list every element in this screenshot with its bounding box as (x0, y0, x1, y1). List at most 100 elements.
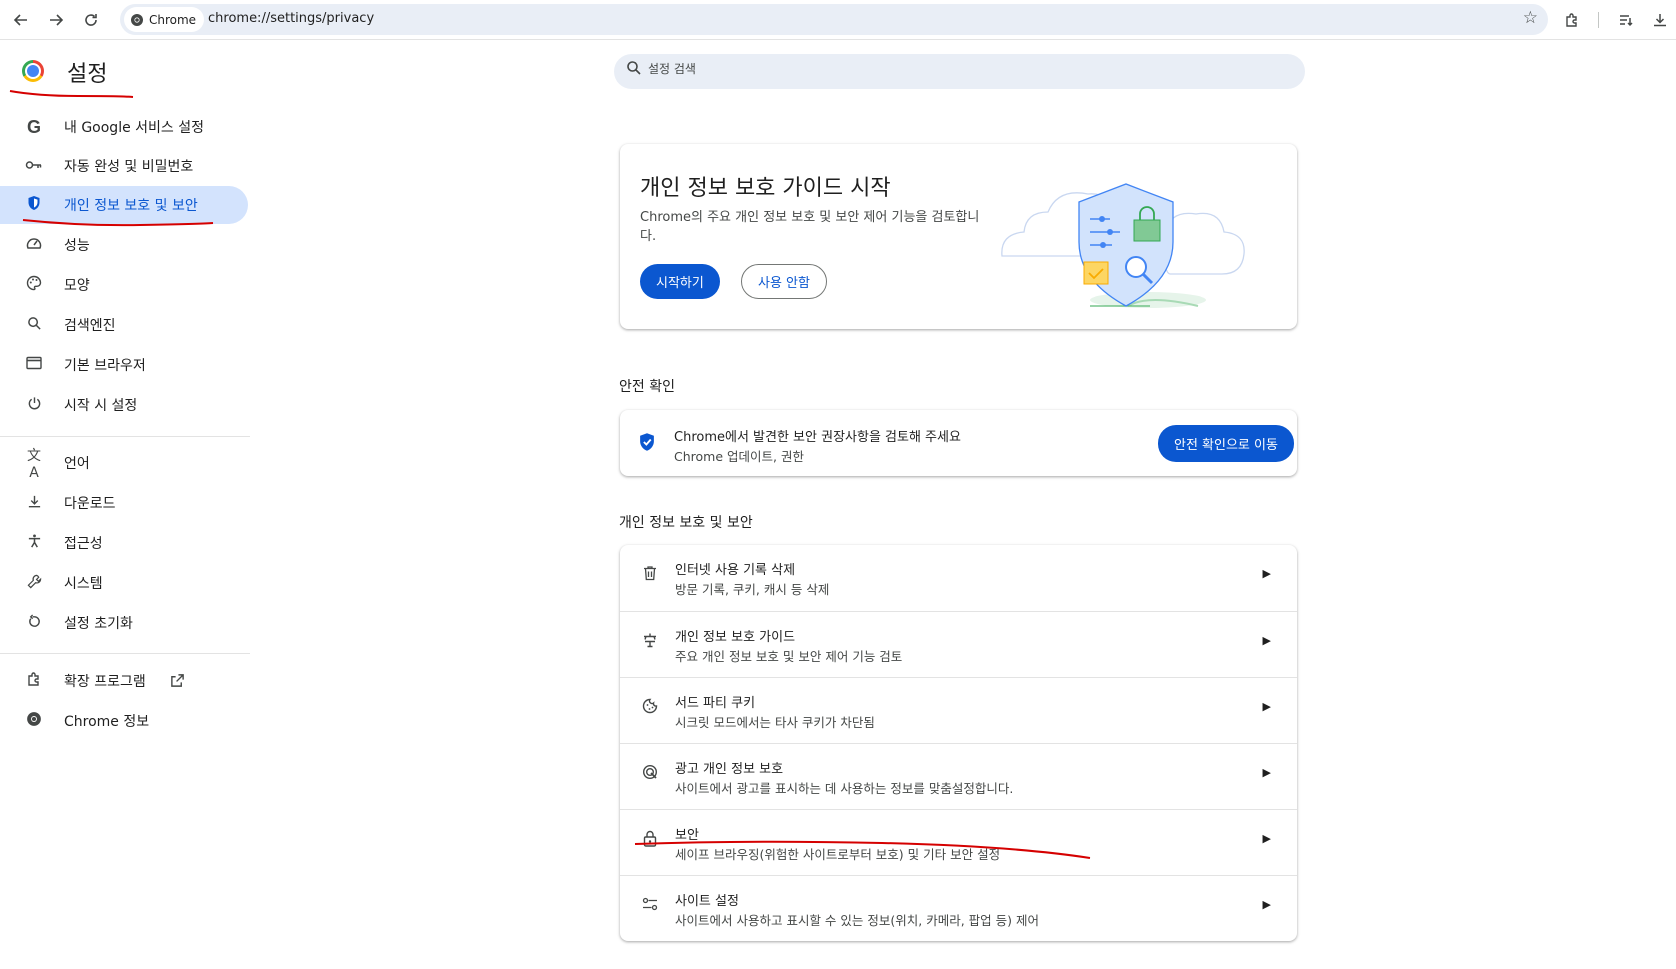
privacy-section-title: 개인 정보 보호 및 보안 (619, 515, 753, 531)
sidebar-item-default-browser[interactable]: 기본 브라우저 (0, 346, 248, 384)
privacy-guide-promo-card: 개인 정보 보호 가이드 시작 Chrome의 주요 개인 정보 보호 및 보안… (620, 144, 1297, 329)
safety-check-subtitle: Chrome 업데이트, 권한 (674, 449, 804, 464)
sidebar-item-privacy[interactable]: 개인 정보 보호 및 보안 (0, 186, 248, 224)
translate-icon: 文A (27, 448, 41, 481)
wrench-icon (24, 574, 44, 593)
safety-shield-icon (638, 432, 656, 456)
sidebar-item-accessibility[interactable]: 접근성 (0, 524, 248, 562)
sidebar-divider (0, 653, 250, 654)
promo-description: Chrome의 주요 개인 정보 보호 및 보안 제어 기능을 검토합니다. (640, 210, 980, 244)
forward-icon[interactable] (42, 6, 70, 34)
row-subtitle: 세이프 브라우징(위험한 사이트로부터 보호) 및 기타 보안 설정 (675, 847, 1001, 862)
sidebar-item-autofill[interactable]: 자동 완성 및 비밀번호 (0, 147, 248, 185)
row-privacy-guide[interactable]: 개인 정보 보호 가이드 주요 개인 정보 보호 및 보안 제어 기능 검토 ▶ (620, 611, 1297, 676)
sidebar-item-label: 자동 완성 및 비밀번호 (64, 159, 194, 175)
row-subtitle: 사이트에서 광고를 표시하는 데 사용하는 정보를 맞춤설정합니다. (675, 781, 1014, 796)
row-title: 사이트 설정 (675, 894, 739, 909)
trash-icon (640, 565, 660, 587)
search-input[interactable] (648, 62, 1248, 76)
sidebar-item-label: 모양 (64, 278, 90, 294)
sidebar-item-reset[interactable]: 설정 초기화 (0, 604, 248, 642)
row-title: 광고 개인 정보 보호 (675, 762, 784, 777)
page-title: 설정 (67, 62, 108, 87)
sidebar-item-label: 언어 (64, 456, 90, 472)
lock-icon (640, 830, 660, 852)
safety-check-title: Chrome에서 발견한 보안 권장사항을 검토해 주세요 (674, 430, 961, 445)
sidebar-item-label: 시스템 (64, 576, 103, 592)
row-third-party-cookies[interactable]: 서드 파티 쿠키 시크릿 모드에서는 타사 쿠키가 차단됨 ▶ (620, 677, 1297, 742)
omnibox[interactable]: Chrome chrome://settings/privacy ☆ (120, 4, 1548, 35)
dismiss-guide-button[interactable]: 사용 안함 (741, 264, 827, 299)
chevron-right-icon: ▶ (1262, 700, 1271, 713)
extensions-icon[interactable] (1558, 6, 1586, 34)
sidebar-item-label: 성능 (64, 238, 90, 254)
reading-list-icon[interactable] (1612, 6, 1640, 34)
sidebar-item-label: 확장 프로그램 (64, 674, 146, 690)
download-toolbar-icon[interactable] (1646, 6, 1674, 34)
sidebar-item-label: 다운로드 (64, 496, 116, 512)
row-title: 보안 (675, 828, 699, 843)
ad-privacy-icon (640, 764, 660, 786)
sidebar-item-search-engine[interactable]: 검색엔진 (0, 306, 248, 344)
sidebar-item-label: Chrome 정보 (64, 714, 150, 730)
row-ad-privacy[interactable]: 광고 개인 정보 보호 사이트에서 광고를 표시하는 데 사용하는 정보를 맞춤… (620, 743, 1297, 808)
sidebar-item-label: 개인 정보 보호 및 보안 (64, 198, 198, 214)
power-icon (24, 396, 44, 415)
promo-title: 개인 정보 보호 가이드 시작 (640, 176, 891, 201)
safety-check-card: Chrome에서 발견한 보안 권장사항을 검토해 주세요 Chrome 업데이… (620, 410, 1297, 476)
sidebar-item-label: 설정 초기화 (64, 616, 133, 632)
row-subtitle: 방문 기록, 쿠키, 캐시 등 삭제 (675, 582, 830, 597)
row-security[interactable]: 보안 세이프 브라우징(위험한 사이트로부터 보호) 및 기타 보안 설정 ▶ (620, 809, 1297, 874)
chevron-right-icon: ▶ (1262, 634, 1271, 647)
browser-toolbar: Chrome chrome://settings/privacy ☆ (0, 0, 1676, 40)
start-guide-button[interactable]: 시작하기 (640, 264, 720, 299)
site-chip[interactable]: Chrome (124, 7, 205, 32)
shield-icon (24, 195, 44, 215)
sidebar-item-languages[interactable]: 文A 언어 (0, 444, 248, 482)
sidebar-item-google-services[interactable]: G 내 Google 서비스 설정 (0, 108, 248, 146)
chevron-right-icon: ▶ (1262, 832, 1271, 845)
sidebar-item-label: 시작 시 설정 (64, 398, 138, 414)
sidebar-item-extensions[interactable]: 확장 프로그램 (0, 662, 248, 700)
chevron-right-icon: ▶ (1262, 766, 1271, 779)
safety-check-section-title: 안전 확인 (619, 379, 675, 395)
puzzle-icon (24, 671, 44, 691)
speedometer-icon (24, 236, 44, 254)
accessibility-icon (24, 533, 44, 553)
palette-icon (24, 275, 44, 295)
browser-window-icon (24, 356, 44, 374)
sidebar-item-system[interactable]: 시스템 (0, 564, 248, 602)
sidebar-item-about-chrome[interactable]: Chrome 정보 (0, 702, 248, 740)
toolbar-divider (1598, 12, 1599, 28)
sidebar-item-performance[interactable]: 성능 (0, 226, 248, 264)
search-icon (24, 316, 44, 335)
sidebar-divider (0, 436, 250, 437)
settings-search-bar[interactable] (614, 54, 1305, 89)
row-subtitle: 사이트에서 사용하고 표시할 수 있는 정보(위치, 카메라, 팝업 등) 제어 (675, 913, 1039, 928)
row-title: 인터넷 사용 기록 삭제 (675, 563, 796, 578)
sidebar-item-on-startup[interactable]: 시작 시 설정 (0, 386, 248, 424)
cookie-icon (640, 698, 660, 720)
privacy-settings-list: 인터넷 사용 기록 삭제 방문 기록, 쿠키, 캐시 등 삭제 ▶ 개인 정보 … (620, 545, 1297, 941)
row-title: 서드 파티 쿠키 (675, 696, 756, 711)
chrome-icon (131, 13, 143, 26)
sidebar-item-appearance[interactable]: 모양 (0, 266, 248, 304)
google-icon: G (26, 116, 41, 137)
go-to-safety-check-button[interactable]: 안전 확인으로 이동 (1158, 425, 1294, 462)
row-site-settings[interactable]: 사이트 설정 사이트에서 사용하고 표시할 수 있는 정보(위치, 카메라, 팝… (620, 875, 1297, 940)
back-icon[interactable] (7, 6, 35, 34)
url-text: chrome://settings/privacy (208, 11, 375, 26)
tune-icon (640, 896, 660, 918)
sidebar-item-downloads[interactable]: 다운로드 (0, 484, 248, 522)
chevron-right-icon: ▶ (1262, 567, 1271, 580)
sidebar-item-label: 접근성 (64, 536, 103, 552)
chevron-right-icon: ▶ (1262, 898, 1271, 911)
row-clear-browsing-data[interactable]: 인터넷 사용 기록 삭제 방문 기록, 쿠키, 캐시 등 삭제 ▶ (620, 545, 1297, 610)
sidebar-item-label: 내 Google 서비스 설정 (64, 120, 204, 136)
row-subtitle: 주요 개인 정보 보호 및 보안 제어 기능 검토 (675, 649, 903, 664)
site-chip-label: Chrome (149, 12, 197, 27)
reload-icon[interactable] (77, 6, 105, 34)
bookmark-star-icon[interactable]: ☆ (1523, 8, 1538, 28)
external-link-icon (170, 673, 185, 692)
sidebar-item-label: 검색엔진 (64, 318, 116, 334)
